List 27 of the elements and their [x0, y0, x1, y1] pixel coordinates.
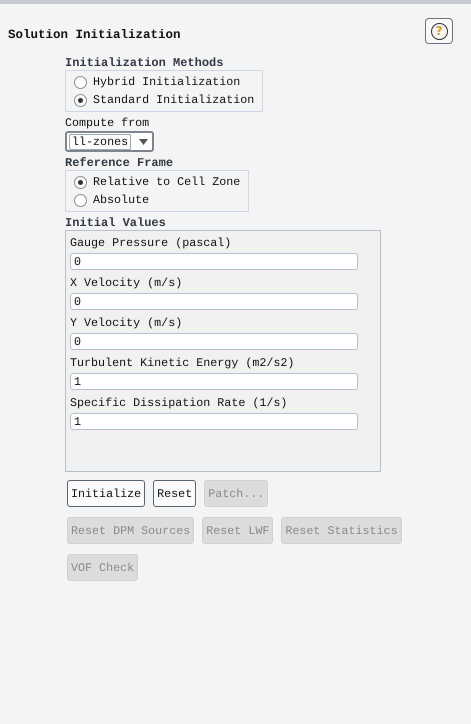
radio-icon[interactable] — [74, 76, 87, 88]
compute-from-dropdown[interactable]: ll-zones — [65, 131, 154, 152]
radio-icon[interactable] — [74, 94, 87, 106]
caret-icon[interactable] — [139, 138, 148, 144]
group-title: Reference Frame — [65, 156, 174, 170]
radio-icon[interactable] — [74, 176, 87, 188]
value-field[interactable]: 1 — [70, 373, 358, 390]
radio-option[interactable]: Relative to Cell Zone — [74, 174, 240, 190]
radio-option[interactable]: Absolute — [74, 192, 240, 208]
value-field[interactable]: 1 — [70, 413, 358, 430]
field-label: X Velocity (m/s) — [70, 276, 184, 290]
field-label: Specific Dissipation Rate (1/s) — [70, 396, 288, 410]
field-label: Y Velocity (m/s) — [70, 316, 184, 330]
value-field[interactable]: 0 — [70, 333, 358, 350]
group-title: Initial Values — [65, 216, 166, 230]
field-label: Turbulent Kinetic Energy (m2/s2) — [70, 356, 296, 370]
value-field[interactable]: 0 — [70, 253, 358, 270]
panel-title: Solution Initialization — [8, 28, 181, 42]
value-field[interactable]: 0 — [70, 293, 358, 310]
field-label: Gauge Pressure (pascal) — [70, 236, 232, 250]
radio-option[interactable]: Hybrid Initialization — [74, 74, 254, 90]
group-title: Initialization Methods — [65, 56, 224, 70]
action-button[interactable]: Reset — [153, 480, 196, 507]
field-label: Compute from — [65, 116, 150, 130]
radio-option[interactable]: Standard Initialization — [74, 92, 254, 108]
radio-icon[interactable] — [74, 194, 87, 206]
action-button[interactable]: Initialize — [67, 480, 146, 507]
